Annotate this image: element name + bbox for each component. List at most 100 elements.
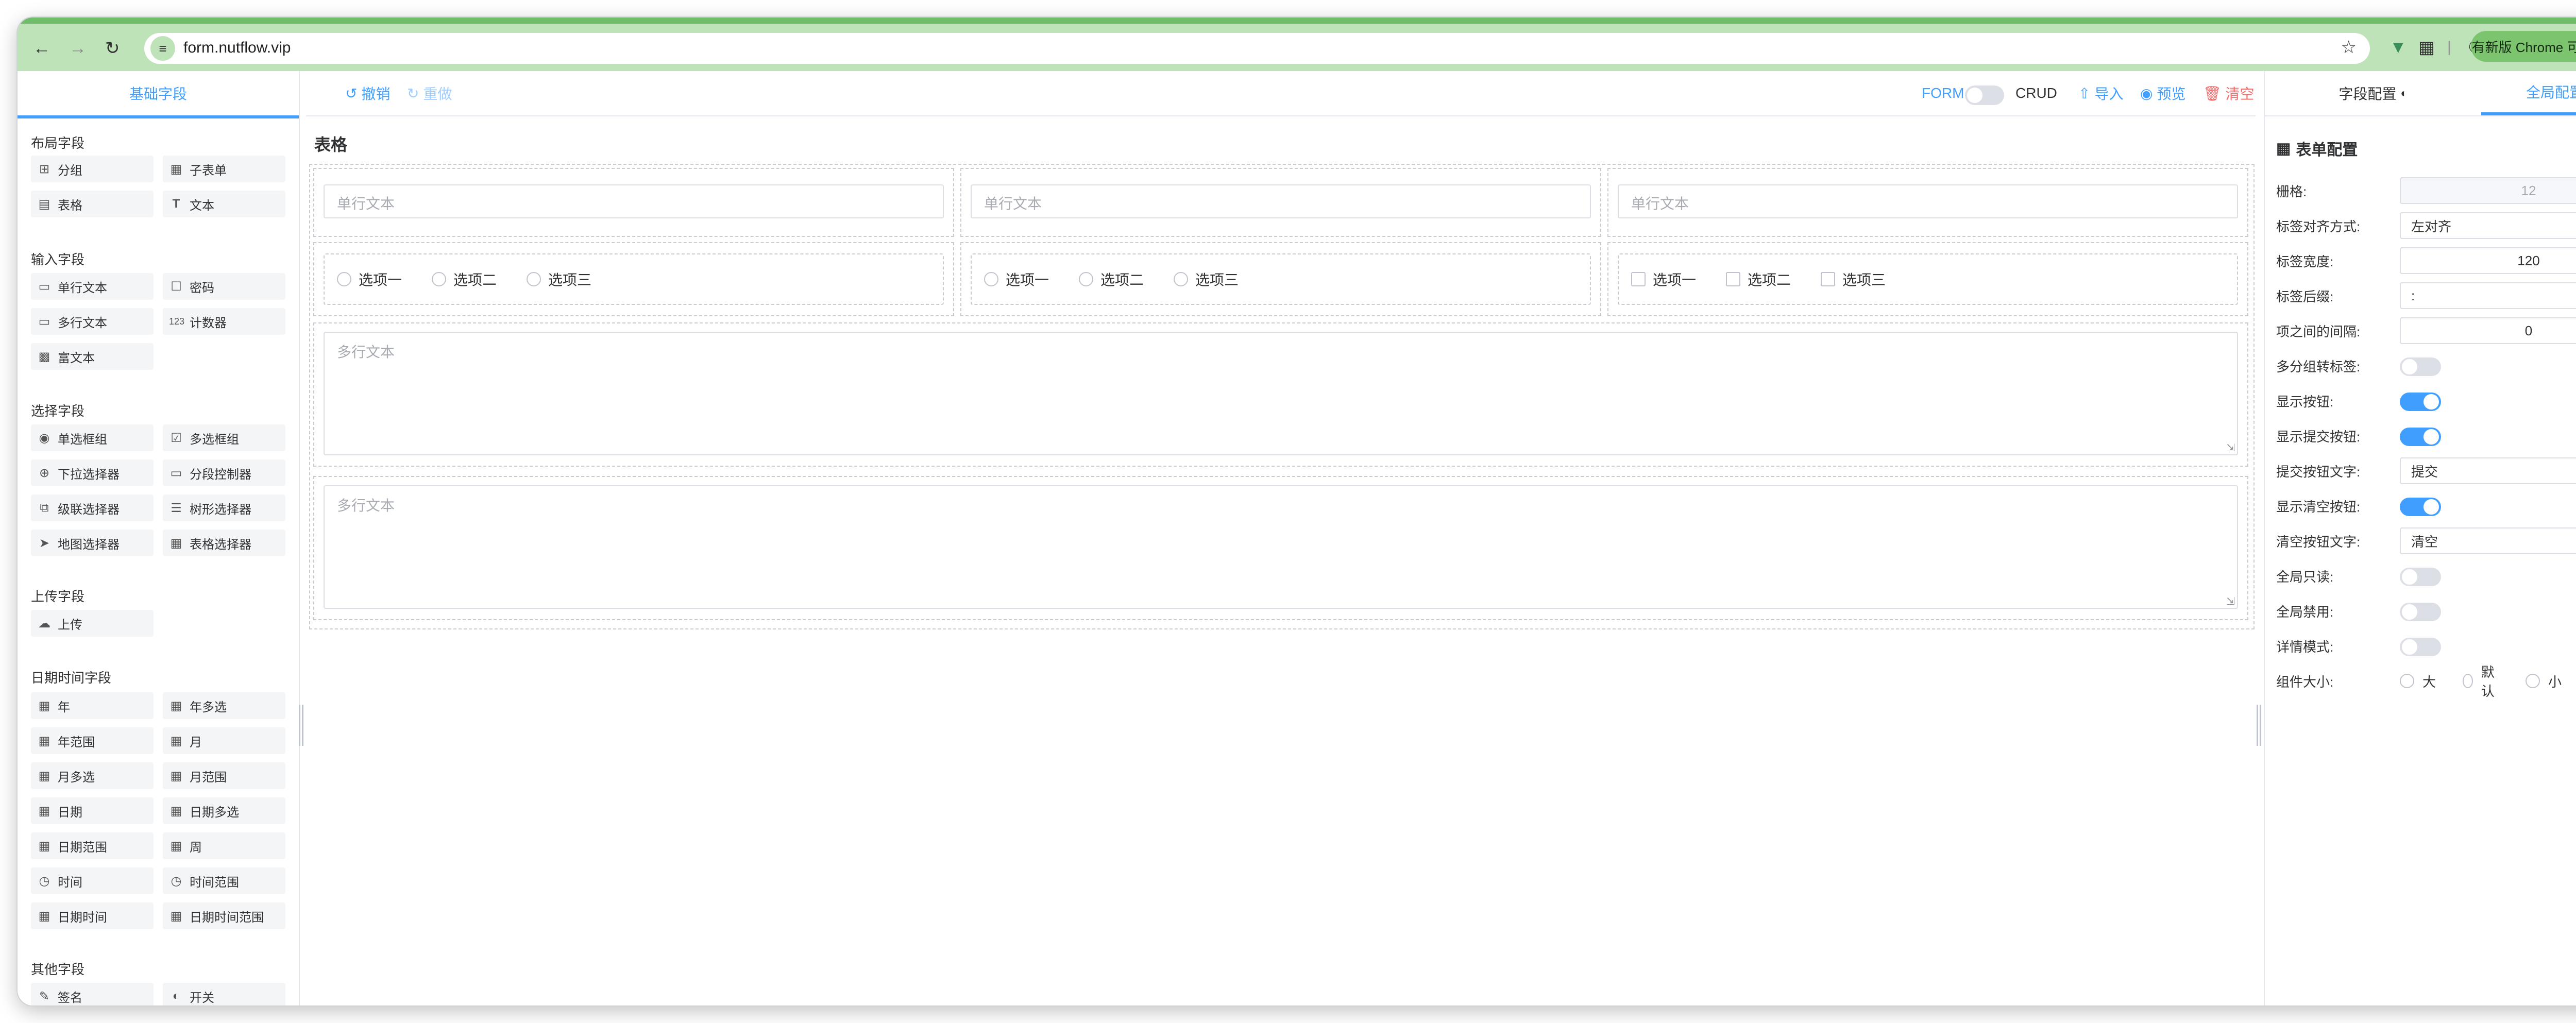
tab-global-config[interactable]: 全局配置 [2481, 71, 2576, 115]
table-cell[interactable]: 多行文本 ⇲ [313, 322, 2248, 467]
field-datetime-range[interactable]: ▦ 日期时间范围 [163, 902, 285, 929]
show-clear-switch[interactable] [2400, 498, 2441, 516]
checkbox-option[interactable]: 选项一 [1631, 269, 1696, 289]
show-buttons-switch[interactable] [2400, 393, 2441, 411]
radio-option[interactable]: 选项二 [1079, 269, 1144, 289]
field-year-range[interactable]: ▦ 年范围 [31, 727, 154, 754]
field-month[interactable]: ▦ 月 [163, 727, 285, 754]
mode-toggle[interactable] [1965, 86, 2004, 105]
textarea[interactable]: 多行文本 ⇲ [324, 332, 2238, 455]
field-switch[interactable]: ◐ 开关 [163, 983, 285, 1005]
field-radio-group[interactable]: ◉ 单选框组 [31, 424, 154, 451]
single-line-input[interactable]: 单行文本 [971, 184, 1591, 218]
radio-option[interactable]: 选项二 [432, 269, 497, 289]
field-input[interactable]: ▭ 单行文本 [31, 273, 154, 300]
vue-devtools-icon[interactable]: ▼ [2389, 38, 2407, 58]
table-cell[interactable]: 多行文本 ⇲ [313, 476, 2248, 620]
radio-group[interactable]: 选项一 选项二 选项三 [324, 253, 944, 305]
detail-switch[interactable] [2400, 638, 2441, 656]
field-month-range[interactable]: ▦ 月范围 [163, 762, 285, 789]
single-line-input[interactable]: 单行文本 [324, 184, 944, 218]
field-textarea[interactable]: ▭ 多行文本 [31, 308, 154, 335]
table-layout[interactable]: 单行文本 单行文本 单行文本 选项一 选项二 选项三 选项一 选项二 选项三 选… [309, 164, 2255, 629]
checkbox-group[interactable]: 选项一 选项二 选项三 [1618, 253, 2238, 305]
field-group[interactable]: ⊞ 分组 [31, 156, 154, 182]
label-width-input[interactable]: 120 [2400, 247, 2576, 274]
right-resize-handle[interactable] [2257, 705, 2262, 746]
tab-basic-fields[interactable]: 基础字段 [18, 71, 299, 118]
radio-option[interactable]: 选项一 [337, 269, 402, 289]
textarea[interactable]: 多行文本 ⇲ [324, 485, 2238, 609]
multi-group-switch[interactable] [2400, 357, 2441, 376]
resize-grip-icon[interactable]: ⇲ [2226, 595, 2235, 608]
table-cell[interactable]: 选项一 选项二 选项三 [960, 242, 1601, 316]
show-submit-switch[interactable] [2400, 428, 2441, 446]
checkbox-option[interactable]: 选项二 [1726, 269, 1791, 289]
field-counter[interactable]: 123 计数器 [163, 308, 285, 335]
field-date-range[interactable]: ▦ 日期范围 [31, 832, 154, 859]
readonly-switch[interactable] [2400, 568, 2441, 586]
table-cell[interactable]: 单行文本 [313, 168, 954, 237]
submit-text-input[interactable]: 提交 [2400, 457, 2576, 484]
address-bar[interactable]: ≡ form.nutflow.vip ☆ [144, 33, 2370, 64]
import-button[interactable]: ⇧ 导入 [2078, 83, 2123, 104]
checkbox-option[interactable]: 选项三 [1821, 269, 1886, 289]
left-resize-handle[interactable] [299, 705, 304, 746]
radio-group[interactable]: 选项一 选项二 选项三 [971, 253, 1591, 305]
arrow-left-icon[interactable]: ← [33, 39, 50, 59]
arrow-right-icon[interactable]: → [69, 39, 87, 59]
undo-button[interactable]: ↺ 撤销 [345, 83, 390, 104]
clear-button[interactable]: 🗑 清空 [2203, 83, 2255, 104]
field-cascader[interactable]: ⧉ 级联选择器 [31, 495, 154, 521]
field-week[interactable]: ▦ 周 [163, 832, 285, 859]
field-year-multi[interactable]: ▦ 年多选 [163, 692, 285, 719]
field-subform[interactable]: ▦ 子表单 [163, 156, 285, 182]
field-month-multi[interactable]: ▦ 月多选 [31, 762, 154, 789]
table-cell[interactable]: 选项一 选项二 选项三 [313, 242, 954, 316]
radio-option[interactable]: 选项三 [1174, 269, 1239, 289]
field-date-multi[interactable]: ▦ 日期多选 [163, 797, 285, 824]
reload-icon[interactable]: ↻ [105, 38, 120, 59]
clear-text-input[interactable]: 清空 [2400, 527, 2576, 554]
field-year[interactable]: ▦ 年 [31, 692, 154, 719]
single-line-input[interactable]: 单行文本 [1618, 184, 2238, 218]
field-map-select[interactable]: ➤ 地图选择器 [31, 530, 154, 556]
field-table[interactable]: ▤ 表格 [31, 191, 154, 217]
field-signature[interactable]: ✎ 签名 [31, 983, 154, 1005]
field-text[interactable]: T 文本 [163, 191, 285, 217]
size-option-small[interactable]: 小 [2526, 672, 2562, 691]
field-time-range[interactable]: ◷ 时间范围 [163, 867, 285, 894]
field-upload[interactable]: ☁ 上传 [31, 610, 154, 637]
extensions-icon[interactable]: ▦ [2418, 37, 2435, 58]
label-align-select[interactable]: 左对齐 [2400, 212, 2576, 239]
table-cell[interactable]: 选项一 选项二 选项三 [1607, 242, 2248, 316]
field-select[interactable]: ⊕ 下拉选择器 [31, 459, 154, 486]
field-checkbox-group[interactable]: ☑ 多选框组 [163, 424, 285, 451]
table-cell[interactable]: 单行文本 [960, 168, 1601, 237]
redo-button[interactable]: ↻ 重做 [407, 83, 452, 104]
gap-input[interactable]: 0 [2400, 317, 2576, 344]
field-datetime[interactable]: ▦ 日期时间 [31, 902, 154, 929]
radio-option[interactable]: 选项三 [527, 269, 591, 289]
size-radio-group[interactable]: 大 默认 小 [2400, 664, 2562, 699]
site-info-icon[interactable]: ≡ [150, 36, 175, 61]
size-option-default[interactable]: 默认 [2463, 662, 2499, 700]
chrome-update-button[interactable]: 有新版 Chrome 可用⋮ [2471, 31, 2576, 62]
field-password[interactable]: ☐ 密码 [163, 273, 285, 300]
bookmark-star-icon[interactable]: ☆ [2341, 37, 2357, 58]
field-segmented[interactable]: ▭ 分段控制器 [163, 459, 285, 486]
grid-input[interactable]: 12 [2400, 177, 2576, 204]
resize-grip-icon[interactable]: ⇲ [2226, 441, 2235, 454]
field-date[interactable]: ▦ 日期 [31, 797, 154, 824]
preview-button[interactable]: ◉ 预览 [2140, 83, 2185, 104]
label-suffix-input[interactable]: : [2400, 282, 2576, 309]
radio-option[interactable]: 选项一 [984, 269, 1049, 289]
tab-field-config[interactable]: 字段配置 ◐ [2265, 71, 2481, 115]
table-cell[interactable]: 单行文本 [1607, 168, 2248, 237]
size-option-large[interactable]: 大 [2400, 672, 2436, 691]
disabled-switch[interactable] [2400, 603, 2441, 621]
field-time[interactable]: ◷ 时间 [31, 867, 154, 894]
field-table-select[interactable]: ▦ 表格选择器 [163, 530, 285, 556]
field-tree-select[interactable]: ☰ 树形选择器 [163, 495, 285, 521]
field-richtext[interactable]: ▩ 富文本 [31, 343, 154, 370]
